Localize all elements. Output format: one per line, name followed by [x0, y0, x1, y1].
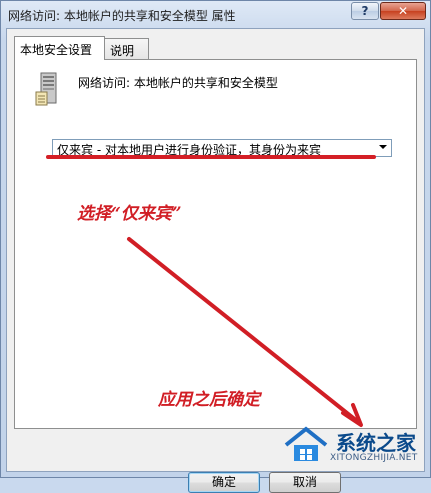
close-button[interactable]: ✕	[380, 2, 426, 20]
tab-explain[interactable]: 说明	[104, 38, 149, 59]
window-title: 网络访问: 本地帐户的共享和安全模型 属性	[8, 9, 236, 23]
ok-button[interactable]: 确定	[188, 472, 260, 493]
server-icon	[35, 72, 57, 106]
annotation-select-guest: 选择“仅来宾”	[77, 204, 182, 224]
properties-dialog: 网络访问: 本地帐户的共享和安全模型 属性 ? ✕ 本地安全设置 说明 网络访问…	[0, 0, 431, 493]
help-button[interactable]: ?	[351, 2, 379, 20]
title-bar[interactable]: 网络访问: 本地帐户的共享和安全模型 属性 ? ✕	[1, 1, 430, 27]
watermark: 系统之家 XITONGZHIJIA.NET	[276, 419, 431, 479]
tab-local-security-setting[interactable]: 本地安全设置	[14, 36, 105, 60]
watermark-title: 系统之家	[336, 431, 416, 455]
red-underline-annotation	[46, 155, 376, 159]
chevron-down-icon[interactable]	[379, 145, 387, 149]
tab-panel: 网络访问: 本地帐户的共享和安全模型 仅来宾 - 对本地用户进行身份验证，其身份…	[14, 59, 417, 429]
house-logo-icon	[284, 426, 328, 461]
watermark-url: XITONGZHIJIA.NET	[330, 453, 418, 463]
annotation-apply-then-ok: 应用之后确定	[158, 390, 260, 410]
policy-name: 网络访问: 本地帐户的共享和安全模型	[78, 76, 278, 90]
